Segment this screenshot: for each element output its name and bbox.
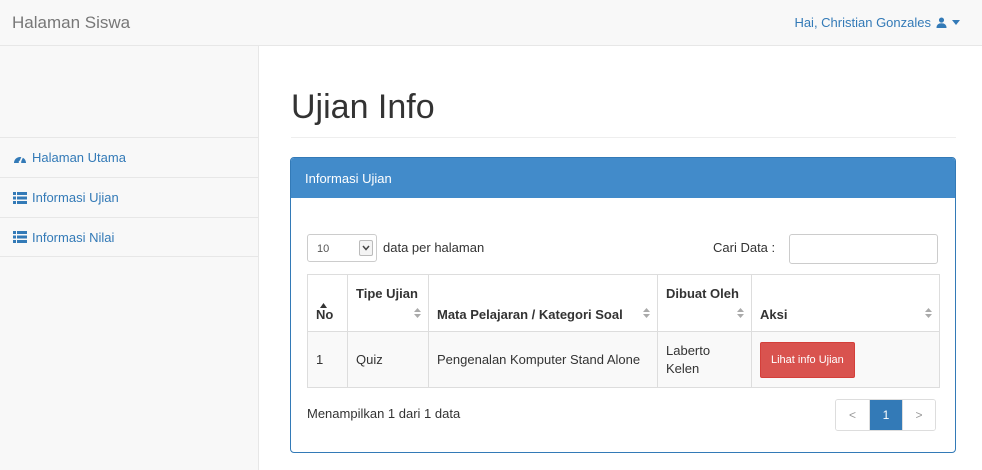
column-header-dibuat-oleh[interactable]: Dibuat Oleh — [657, 274, 752, 332]
sidebar-item-informasi-nilai[interactable]: Informasi Nilai — [0, 217, 258, 257]
search-input[interactable] — [789, 234, 938, 264]
page-length-label: data per halaman — [383, 240, 485, 255]
cell-tipe-ujian: Quiz — [347, 331, 429, 388]
table-info-text: Menampilkan 1 dari 1 data — [307, 406, 461, 421]
title-divider — [291, 137, 956, 138]
table-row: 1 Quiz Pengenalan Komputer Stand Alone L… — [307, 331, 940, 388]
cell-aksi: Lihat info Ujian — [751, 331, 940, 388]
column-label: Mata Pelajaran / Kategori Soal — [437, 307, 623, 322]
cell-dibuat-oleh: Laberto Kelen — [657, 331, 752, 388]
sort-icon — [925, 306, 932, 321]
pagination-next-button[interactable]: > — [902, 400, 935, 430]
column-header-tipe-ujian[interactable]: Tipe Ujian — [347, 274, 429, 332]
chevron-down-icon[interactable] — [359, 240, 373, 256]
brand-title[interactable]: Halaman Siswa — [12, 13, 130, 33]
caret-down-icon[interactable] — [952, 20, 960, 25]
pagination-prev-button[interactable]: < — [836, 400, 869, 430]
column-header-mata-pelajaran[interactable]: Mata Pelajaran / Kategori Soal — [428, 274, 658, 332]
column-header-no[interactable]: No — [307, 274, 348, 332]
search-label: Cari Data : — [713, 240, 776, 255]
sidebar-item-informasi-ujian[interactable]: Informasi Ujian — [0, 177, 258, 217]
sidebar: Halaman Utama Informasi Ujian Informasi … — [0, 46, 259, 470]
exam-table: No Tipe Ujian Mata Pelajaran / Kategori … — [307, 274, 940, 388]
sort-icon — [643, 306, 650, 321]
sidebar-item-label: Informasi Ujian — [32, 190, 119, 205]
dashboard-icon — [13, 152, 27, 164]
cell-no: 1 — [307, 331, 348, 388]
pagination: < 1 > — [835, 399, 936, 431]
view-exam-info-button[interactable]: Lihat info Ujian — [760, 341, 855, 378]
sidebar-menu: Halaman Utama Informasi Ujian Informasi … — [0, 137, 258, 257]
page-length-value: 10 — [317, 243, 330, 255]
sidebar-item-label: Informasi Nilai — [32, 229, 115, 245]
page-title: Ujian Info — [291, 88, 435, 126]
user-menu[interactable]: Hai, Christian Gonzales — [794, 15, 960, 30]
sort-icon — [414, 306, 421, 321]
table-header-row: No Tipe Ujian Mata Pelajaran / Kategori … — [307, 274, 940, 332]
user-greeting[interactable]: Hai, Christian Gonzales — [794, 15, 931, 30]
sort-asc-icon — [320, 296, 327, 311]
sort-icon — [737, 306, 744, 321]
list-icon — [13, 191, 27, 204]
column-header-aksi[interactable]: Aksi — [751, 274, 940, 332]
top-navbar: Halaman Siswa Hai, Christian Gonzales — [0, 0, 982, 46]
column-label: Dibuat Oleh — [666, 286, 739, 301]
exam-info-panel: Informasi Ujian 10 data per halaman Cari… — [290, 157, 956, 453]
cell-mata-pelajaran: Pengenalan Komputer Stand Alone — [428, 331, 658, 388]
sidebar-item-halaman-utama[interactable]: Halaman Utama — [0, 137, 258, 177]
user-icon — [936, 17, 947, 28]
page-length-select[interactable]: 10 — [307, 234, 377, 262]
panel-heading: Informasi Ujian — [291, 158, 955, 198]
pagination-page-button[interactable]: 1 — [869, 400, 902, 430]
sidebar-item-label: Halaman Utama — [32, 150, 126, 165]
column-label: Tipe Ujian — [356, 286, 418, 301]
list-icon — [13, 231, 27, 243]
column-label: Aksi — [760, 307, 788, 322]
